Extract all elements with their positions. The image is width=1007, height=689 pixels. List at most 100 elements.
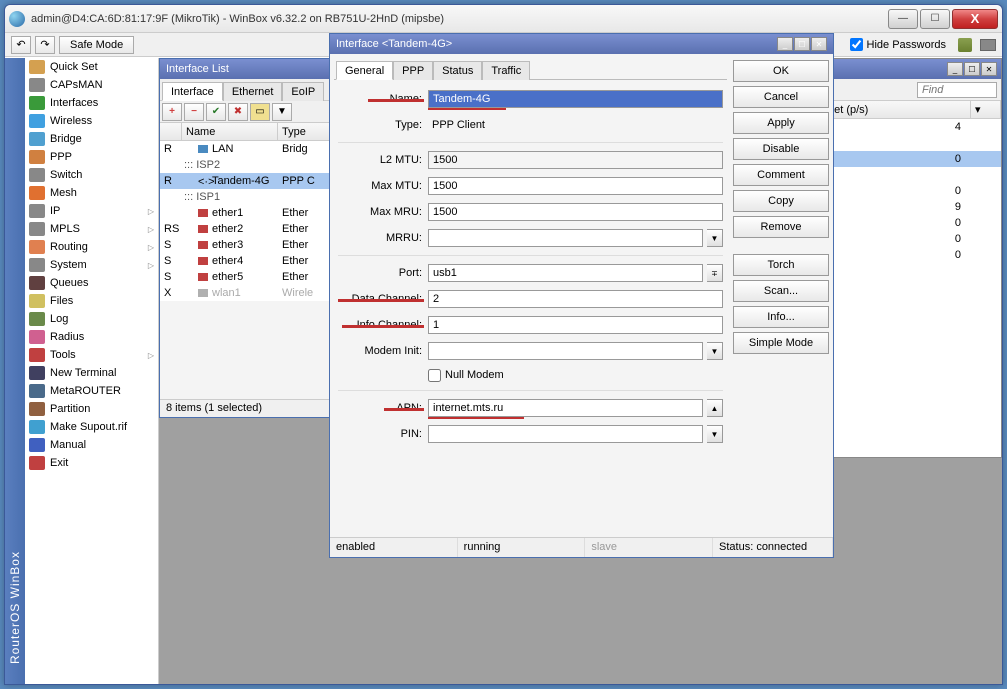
packets-col[interactable]: acket (p/s) — [813, 101, 971, 118]
cancel-button[interactable]: Cancel — [733, 86, 829, 108]
apn-input[interactable] — [428, 399, 703, 417]
datachannel-input[interactable] — [428, 290, 723, 308]
dialog-max-button[interactable]: ☐ — [794, 37, 810, 51]
dialog-title-bar[interactable]: Interface <Tandem-4G> _ ☐ ✕ — [330, 34, 833, 54]
mrru-input[interactable] — [428, 229, 703, 247]
comment-button[interactable]: Comment — [733, 164, 829, 186]
close-button[interactable]: X — [952, 9, 998, 29]
sidebar-item-wireless[interactable]: Wireless — [25, 112, 158, 130]
table-row[interactable]: 0 — [813, 247, 1001, 263]
enable-button[interactable]: ✔ — [206, 103, 226, 121]
find-input[interactable] — [917, 82, 997, 98]
sidebar-item-log[interactable]: Log — [25, 310, 158, 328]
table-row[interactable]: 0 — [813, 215, 1001, 231]
add-button[interactable]: + — [162, 103, 182, 121]
sidebar-item-system[interactable]: System▷ — [25, 256, 158, 274]
minimize-button[interactable]: — — [888, 9, 918, 29]
apn-dropdown[interactable]: ▲ — [707, 399, 723, 417]
table-row[interactable]: R<·>Tandem-4GPPP C — [160, 173, 338, 189]
name-input[interactable] — [428, 90, 723, 108]
table-row[interactable]: RLANBridg — [160, 141, 338, 157]
sidebar-item-tools[interactable]: Tools▷ — [25, 346, 158, 364]
safe-mode-button[interactable]: Safe Mode — [59, 36, 134, 54]
table-row[interactable]: Xwlan1Wirele — [160, 285, 338, 301]
stats-max-button[interactable]: ☐ — [964, 62, 980, 76]
table-row[interactable] — [813, 167, 1001, 183]
table-row[interactable] — [813, 263, 1001, 279]
pin-dropdown[interactable]: ▼ — [707, 425, 723, 443]
table-row[interactable]: Sether3Ether — [160, 237, 338, 253]
modeminit-input[interactable] — [428, 342, 703, 360]
ok-button[interactable]: OK — [733, 60, 829, 82]
maxmru-input[interactable] — [428, 203, 723, 221]
infochannel-input[interactable] — [428, 316, 723, 334]
apply-button[interactable]: Apply — [733, 112, 829, 134]
hide-passwords-checkbox[interactable]: Hide Passwords — [850, 38, 946, 51]
forward-button[interactable]: ↷ — [35, 36, 55, 54]
table-row[interactable]: ether1Ether — [160, 205, 338, 221]
maxmtu-input[interactable] — [428, 177, 723, 195]
nullmodem-checkbox[interactable] — [428, 369, 441, 382]
sidebar-item-routing[interactable]: Routing▷ — [25, 238, 158, 256]
sidebar-item-new-terminal[interactable]: New Terminal — [25, 364, 158, 382]
stats-min-button[interactable]: _ — [947, 62, 963, 76]
sidebar-item-make-supout-rif[interactable]: Make Supout.rif — [25, 418, 158, 436]
sidebar-item-bridge[interactable]: Bridge — [25, 130, 158, 148]
tab-general[interactable]: General — [336, 61, 393, 80]
sidebar-item-files[interactable]: Files — [25, 292, 158, 310]
tab-interface[interactable]: Interface — [162, 82, 223, 101]
sidebar-item-ppp[interactable]: PPP — [25, 148, 158, 166]
sidebar-item-mpls[interactable]: MPLS▷ — [25, 220, 158, 238]
table-row[interactable]: Sether4Ether — [160, 253, 338, 269]
comment-button[interactable]: ▭ — [250, 103, 270, 121]
simple-mode-button[interactable]: Simple Mode — [733, 332, 829, 354]
dialog-min-button[interactable]: _ — [777, 37, 793, 51]
table-row[interactable]: ::: ISP1 — [160, 189, 338, 205]
pin-input[interactable] — [428, 425, 703, 443]
sidebar-item-radius[interactable]: Radius — [25, 328, 158, 346]
sidebar-item-mesh[interactable]: Mesh — [25, 184, 158, 202]
tab-ethernet[interactable]: Ethernet — [223, 82, 283, 101]
tab-eoip[interactable]: EoIP — [282, 82, 324, 101]
table-row[interactable]: 4 — [813, 119, 1001, 135]
sidebar-item-exit[interactable]: Exit — [25, 454, 158, 472]
sidebar-item-switch[interactable]: Switch — [25, 166, 158, 184]
sidebar-item-interfaces[interactable]: Interfaces — [25, 94, 158, 112]
tab-traffic[interactable]: Traffic — [482, 61, 530, 80]
disable-button[interactable]: Disable — [733, 138, 829, 160]
table-row[interactable]: 0 — [813, 231, 1001, 247]
dashboard-icon[interactable] — [980, 39, 996, 51]
modeminit-dropdown[interactable]: ▼ — [707, 342, 723, 360]
table-row[interactable]: Sether5Ether — [160, 269, 338, 285]
maximize-button[interactable]: ☐ — [920, 9, 950, 29]
port-dropdown[interactable]: ∓ — [707, 264, 723, 282]
table-row[interactable]: ::: ISP2 — [160, 157, 338, 173]
table-row[interactable]: RSether2Ether — [160, 221, 338, 237]
tab-ppp[interactable]: PPP — [393, 61, 433, 80]
info--button[interactable]: Info... — [733, 306, 829, 328]
table-row[interactable]: 0 — [813, 183, 1001, 199]
table-row[interactable]: 9 — [813, 199, 1001, 215]
copy-button[interactable]: Copy — [733, 190, 829, 212]
remove-button[interactable]: − — [184, 103, 204, 121]
torch-button[interactable]: Torch — [733, 254, 829, 276]
sidebar-item-queues[interactable]: Queues — [25, 274, 158, 292]
tab-status[interactable]: Status — [433, 61, 482, 80]
remove-button[interactable]: Remove — [733, 216, 829, 238]
sidebar-item-quick-set[interactable]: Quick Set — [25, 58, 158, 76]
sidebar-item-metarouter[interactable]: MetaROUTER — [25, 382, 158, 400]
scan--button[interactable]: Scan... — [733, 280, 829, 302]
stats-close-button[interactable]: ✕ — [981, 62, 997, 76]
disable-button[interactable]: ✖ — [228, 103, 248, 121]
back-button[interactable]: ↶ — [11, 36, 31, 54]
sidebar-item-manual[interactable]: Manual — [25, 436, 158, 454]
table-row[interactable]: 0 — [813, 151, 1001, 167]
port-input[interactable] — [428, 264, 703, 282]
sidebar-item-ip[interactable]: IP▷ — [25, 202, 158, 220]
mrru-dropdown[interactable]: ▼ — [707, 229, 723, 247]
dialog-close-button[interactable]: ✕ — [811, 37, 827, 51]
filter-button[interactable]: ▼ — [272, 103, 292, 121]
interface-list-title-bar[interactable]: Interface List — [160, 59, 338, 79]
table-row[interactable] — [813, 135, 1001, 151]
sidebar-item-capsman[interactable]: CAPsMAN — [25, 76, 158, 94]
